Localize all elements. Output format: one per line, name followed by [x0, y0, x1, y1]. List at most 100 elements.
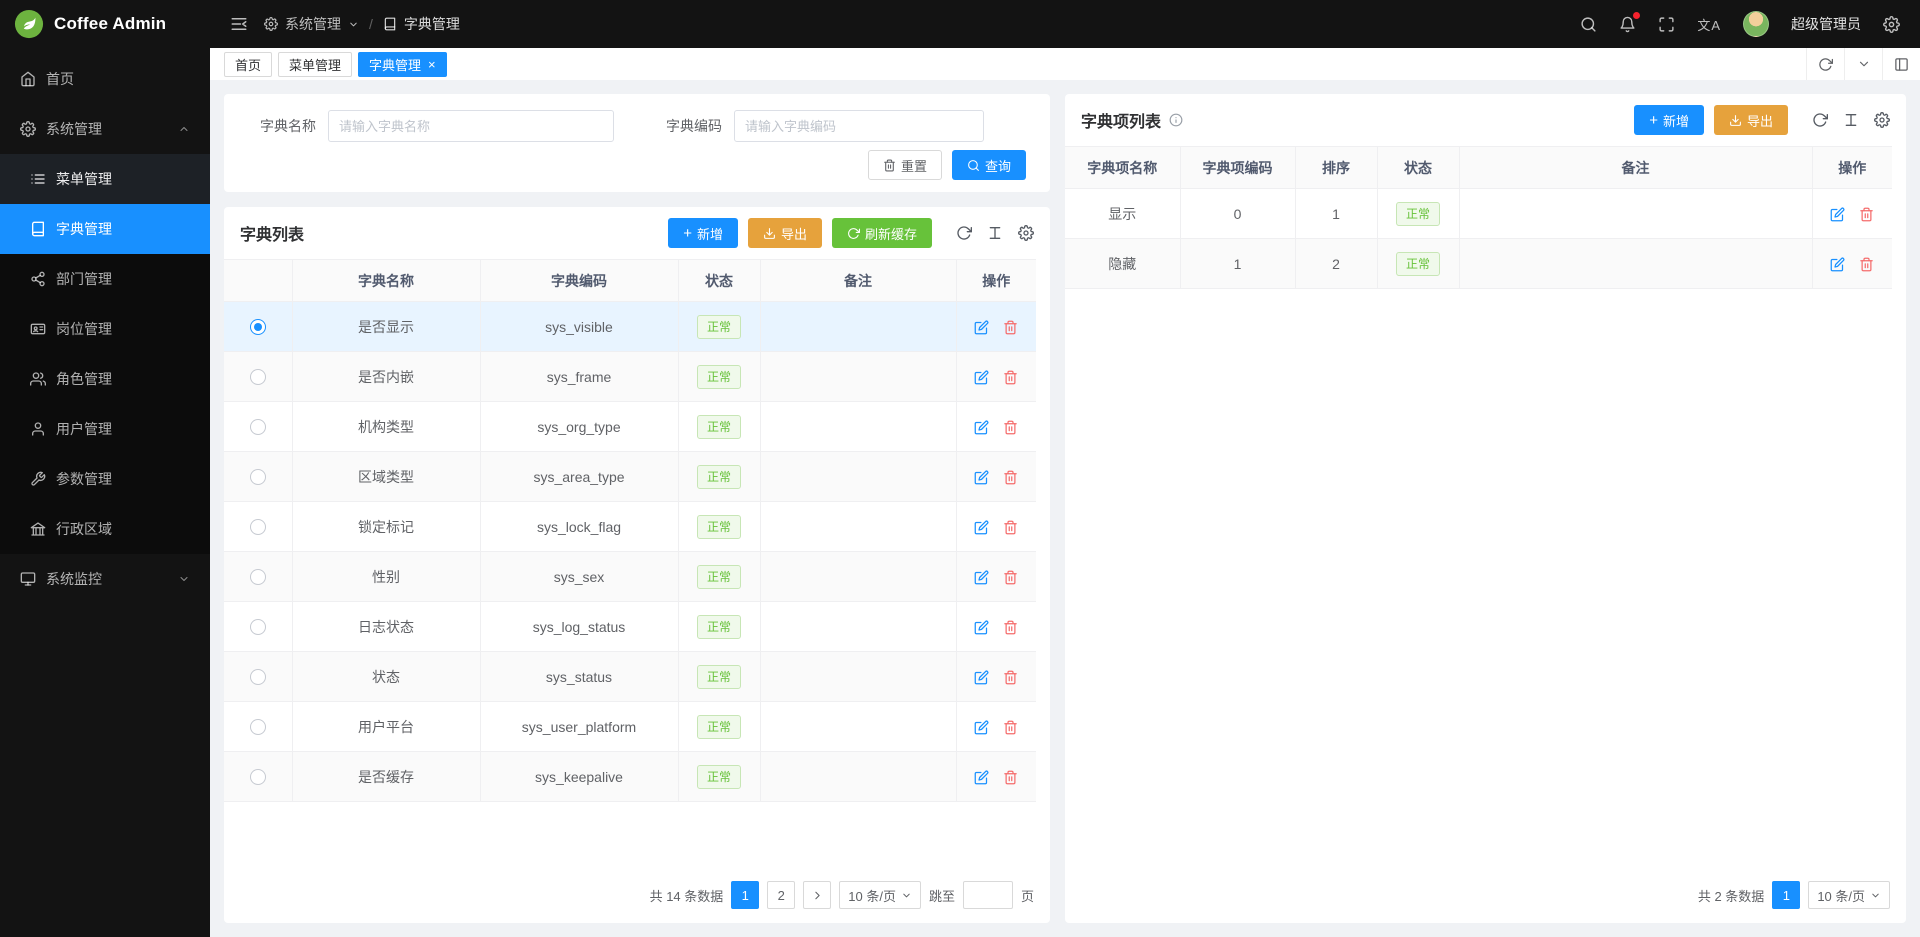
table-row[interactable]: 是否缓存 sys_keepalive 正常 [224, 752, 1036, 802]
edit-button[interactable] [974, 620, 989, 635]
table-row[interactable]: 显示 0 1 正常 [1065, 189, 1892, 239]
radio-button[interactable] [250, 519, 266, 535]
edit-button[interactable] [974, 420, 989, 435]
settings-gear-icon[interactable] [1883, 16, 1900, 33]
translate-icon[interactable]: 文A [1697, 15, 1721, 34]
refresh-table-icon[interactable] [956, 225, 972, 241]
delete-button[interactable] [1003, 520, 1018, 535]
sidebar-item-system-monitor[interactable]: 系统监控 [0, 554, 210, 604]
close-icon[interactable]: × [428, 58, 436, 71]
table-row[interactable]: 隐藏 1 2 正常 [1065, 239, 1892, 289]
table-row[interactable]: 区域类型 sys_area_type 正常 [224, 452, 1036, 502]
density-icon[interactable] [987, 225, 1003, 241]
sidebar-item-role-management[interactable]: 角色管理 [0, 354, 210, 404]
table-row[interactable]: 是否显示 sys_visible 正常 [224, 302, 1036, 352]
radio-button[interactable] [250, 469, 266, 485]
refresh-table-icon[interactable] [1812, 112, 1828, 128]
delete-button[interactable] [1003, 770, 1018, 785]
radio-button[interactable] [250, 669, 266, 685]
edit-button[interactable] [1830, 207, 1845, 222]
sidebar-item-dept-management[interactable]: 部门管理 [0, 254, 210, 304]
radio-button[interactable] [250, 719, 266, 735]
breadcrumb-item-system[interactable]: 系统管理 [264, 14, 359, 34]
delete-button[interactable] [1859, 257, 1874, 272]
column-header: 排序 [1295, 147, 1377, 189]
sidebar-item-menu-management[interactable]: 菜单管理 [0, 154, 210, 204]
table-row[interactable]: 性别 sys_sex 正常 [224, 552, 1036, 602]
page-size-select[interactable]: 10 条/页 [1808, 881, 1890, 909]
density-icon[interactable] [1843, 112, 1859, 128]
content-fullscreen-icon[interactable] [1882, 48, 1920, 80]
logo[interactable]: Coffee Admin [0, 0, 210, 48]
edit-button[interactable] [974, 520, 989, 535]
edit-button[interactable] [974, 720, 989, 735]
export-dict-button[interactable]: 导出 [748, 218, 822, 248]
reset-button[interactable]: 重置 [868, 150, 942, 180]
delete-button[interactable] [1003, 320, 1018, 335]
page-button-2[interactable]: 2 [767, 881, 795, 909]
edit-button[interactable] [974, 570, 989, 585]
radio-button[interactable] [250, 319, 266, 335]
avatar[interactable] [1743, 11, 1769, 37]
delete-button[interactable] [1003, 420, 1018, 435]
tab-actions-chevron-down-icon[interactable] [1844, 48, 1882, 80]
delete-button[interactable] [1003, 370, 1018, 385]
radio-button[interactable] [250, 419, 266, 435]
page-size-select[interactable]: 10 条/页 [839, 881, 921, 909]
next-page-button[interactable] [803, 881, 831, 909]
radio-button[interactable] [250, 569, 266, 585]
column-settings-gear-icon[interactable] [1874, 112, 1890, 128]
add-dict-item-button[interactable]: + 新增 [1634, 105, 1704, 135]
export-dict-item-button[interactable]: 导出 [1714, 105, 1788, 135]
delete-button[interactable] [1003, 570, 1018, 585]
sidebar-item-region-management[interactable]: 行政区域 [0, 504, 210, 554]
delete-button[interactable] [1003, 720, 1018, 735]
edit-button[interactable] [974, 470, 989, 485]
sidebar-item-post-management[interactable]: 岗位管理 [0, 304, 210, 354]
page-button-1[interactable]: 1 [1772, 881, 1800, 909]
edit-button[interactable] [974, 770, 989, 785]
notification-bell-icon[interactable] [1619, 16, 1636, 33]
refresh-cache-button[interactable]: 刷新缓存 [832, 218, 932, 248]
table-row[interactable]: 锁定标记 sys_lock_flag 正常 [224, 502, 1036, 552]
delete-button[interactable] [1003, 670, 1018, 685]
delete-button[interactable] [1859, 207, 1874, 222]
radio-button[interactable] [250, 619, 266, 635]
tab-menu-management[interactable]: 菜单管理 [278, 52, 352, 77]
delete-button[interactable] [1003, 470, 1018, 485]
sidebar-item-dict-management[interactable]: 字典管理 [0, 204, 210, 254]
radio-button[interactable] [250, 769, 266, 785]
table-row[interactable]: 状态 sys_status 正常 [224, 652, 1036, 702]
dict-list-title: 字典列表 [240, 221, 304, 245]
add-dict-button[interactable]: + 新增 [668, 218, 738, 248]
table-row[interactable]: 用户平台 sys_user_platform 正常 [224, 702, 1036, 752]
tab-home[interactable]: 首页 [224, 52, 272, 77]
sidebar-item-param-management[interactable]: 参数管理 [0, 454, 210, 504]
search-icon[interactable] [1580, 16, 1597, 33]
collapse-sidebar-icon[interactable] [230, 15, 248, 33]
table-row[interactable]: 日志状态 sys_log_status 正常 [224, 602, 1036, 652]
sidebar-item-user-management[interactable]: 用户管理 [0, 404, 210, 454]
username[interactable]: 超级管理员 [1791, 14, 1861, 34]
breadcrumb-item-dict[interactable]: 字典管理 [383, 14, 460, 34]
tab-dict-management[interactable]: 字典管理 × [358, 52, 447, 77]
sidebar-item-system-management[interactable]: 系统管理 [0, 104, 210, 154]
sidebar-item-home[interactable]: 首页 [0, 54, 210, 104]
radio-button[interactable] [250, 369, 266, 385]
refresh-page-icon[interactable] [1806, 48, 1844, 80]
info-icon[interactable] [1169, 113, 1183, 127]
query-button[interactable]: 查询 [952, 150, 1026, 180]
table-row[interactable]: 是否内嵌 sys_frame 正常 [224, 352, 1036, 402]
column-settings-gear-icon[interactable] [1018, 225, 1034, 241]
jump-page-input[interactable] [963, 881, 1013, 909]
page-button-1[interactable]: 1 [731, 881, 759, 909]
delete-button[interactable] [1003, 620, 1018, 635]
dict-code-input[interactable] [734, 110, 984, 142]
edit-button[interactable] [974, 370, 989, 385]
edit-button[interactable] [1830, 257, 1845, 272]
dict-name-input[interactable] [328, 110, 614, 142]
table-row[interactable]: 机构类型 sys_org_type 正常 [224, 402, 1036, 452]
fullscreen-icon[interactable] [1658, 16, 1675, 33]
edit-button[interactable] [974, 670, 989, 685]
edit-button[interactable] [974, 320, 989, 335]
